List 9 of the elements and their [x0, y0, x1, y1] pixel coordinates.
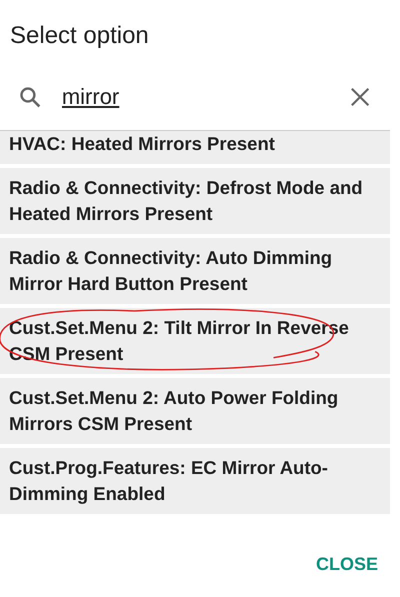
- option-item[interactable]: Radio & Connectivity: Defrost Mode and Heated Mirrors Present: [0, 168, 390, 234]
- close-icon[interactable]: [350, 86, 370, 108]
- dialog-title: Select option: [9, 21, 150, 51]
- option-item[interactable]: HVAC: Heated Mirrors Present: [0, 131, 390, 164]
- option-item[interactable]: Cust.Prog.Features: EC Mirror Auto-Dimming Enabled: [0, 448, 390, 514]
- option-item[interactable]: Cust.Set.Menu 2: Auto Power Folding Mirrors CSM Present: [0, 378, 390, 444]
- close-button[interactable]: CLOSE: [314, 548, 380, 581]
- option-item[interactable]: Radio & Connectivity: Auto Dimming Mirror Hard Button Present: [0, 238, 390, 304]
- search-field[interactable]: mirror: [62, 84, 350, 110]
